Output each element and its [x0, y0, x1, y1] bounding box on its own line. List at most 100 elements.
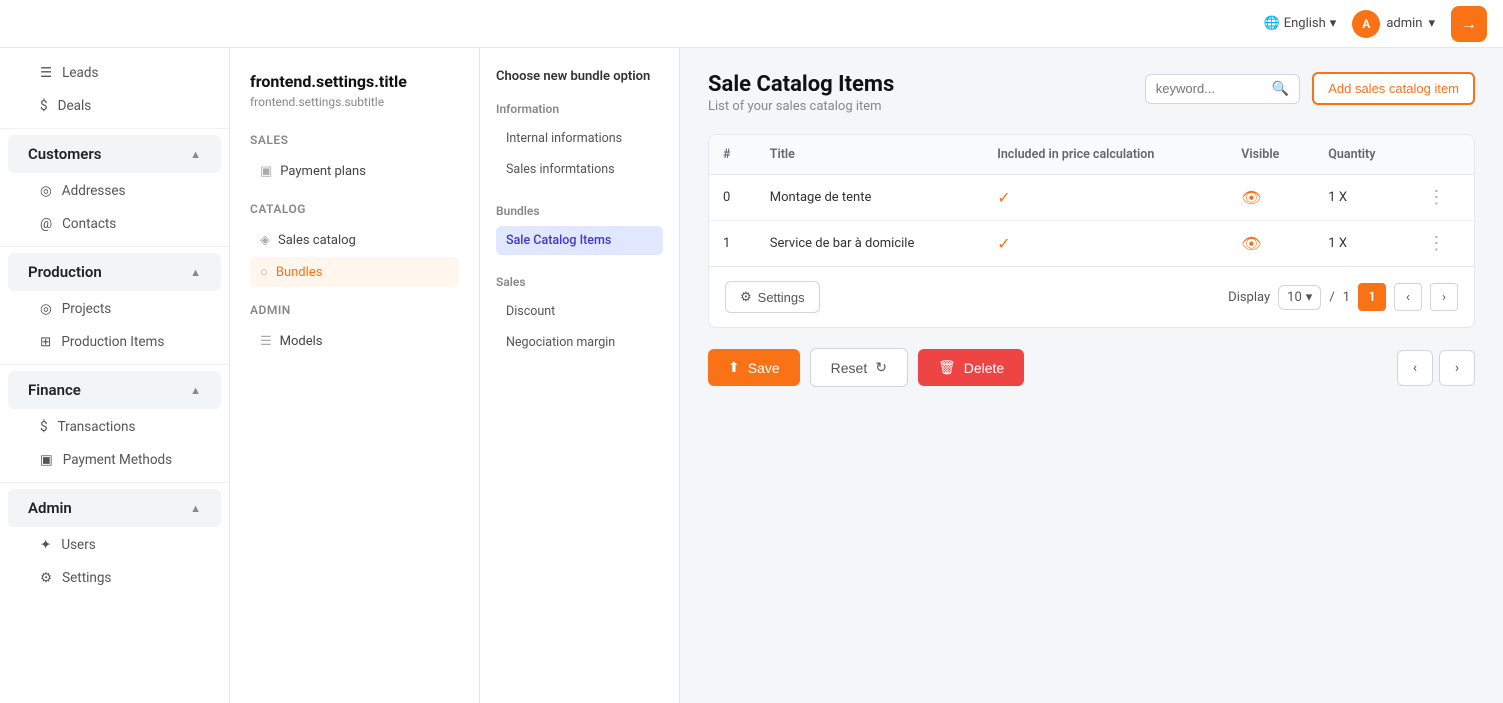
row-more[interactable]: ⋮ — [1413, 221, 1474, 267]
chevron-down-icon: ▾ — [1428, 16, 1435, 31]
row-quantity: 1 X — [1314, 175, 1413, 221]
bundle-section-bundles: Bundles Sale Catalog Items — [496, 204, 663, 255]
production-label: Production — [28, 263, 102, 281]
chevron-icon: ▲ — [190, 384, 201, 397]
prev-page-button[interactable]: ‹ — [1394, 283, 1422, 311]
sales-section-label-bundle: Sales — [496, 275, 663, 289]
navigation-buttons: ‹ › — [1397, 350, 1475, 386]
language-selector[interactable]: 🌐 English ▾ — [1264, 16, 1337, 31]
search-input[interactable] — [1156, 81, 1266, 96]
settings-gear-icon: ⚙ — [740, 289, 752, 305]
bundle-option-sale-catalog[interactable]: Sale Catalog Items — [496, 226, 663, 255]
chevron-down-icon: ▾ — [1306, 290, 1313, 305]
more-options-icon[interactable]: ⋮ — [1427, 233, 1445, 254]
current-page: 1 — [1358, 283, 1386, 311]
nav-next-button[interactable]: › — [1439, 350, 1475, 386]
delete-button[interactable]: 🗑 Delete — [918, 349, 1024, 386]
bundle-option-internal-info[interactable]: Internal informations — [496, 124, 663, 153]
display-count: 10 — [1287, 290, 1302, 305]
sales-section-label: Sales — [250, 133, 459, 147]
table-row: 1 Service de bar à domicile ✓ 👁 1 X ⋮ — [709, 221, 1474, 267]
sidebar-item-label: Production Items — [61, 334, 164, 350]
row-id: 0 — [709, 175, 756, 221]
sidebar-section-production[interactable]: Production ▲ — [8, 253, 221, 291]
admin-avatar: A — [1352, 10, 1380, 38]
pagination: Display 10 ▾ / 1 1 ‹ › — [1228, 283, 1458, 311]
logout-button[interactable]: → — [1451, 6, 1487, 42]
sidebar-section-customers[interactable]: Customers ▲ — [8, 135, 221, 173]
sidebar-item-payment-methods[interactable]: ▣ Payment Methods — [8, 444, 221, 476]
sidebar-section-admin[interactable]: Admin ▲ — [8, 489, 221, 527]
divider — [0, 246, 229, 247]
catalog-main-area: Sale Catalog Items List of your sales ca… — [680, 48, 1503, 703]
row-quantity: 1 X — [1314, 221, 1413, 267]
sidebar-item-label: Contacts — [62, 216, 116, 232]
nav-item-label: Payment plans — [280, 164, 366, 179]
sidebar-item-production-items[interactable]: ⊞ Production Items — [8, 326, 221, 358]
nav-payment-plans[interactable]: ▣ Payment plans — [250, 157, 459, 186]
payment-plans-icon: ▣ — [260, 164, 272, 179]
sidebar-item-label: Projects — [62, 301, 112, 317]
admin-section-label: Admin — [250, 303, 459, 317]
display-count-selector[interactable]: 10 ▾ — [1278, 285, 1321, 310]
divider — [0, 364, 229, 365]
admin-section-label: Admin — [28, 499, 72, 517]
sidebar-item-label: Payment Methods — [63, 452, 172, 468]
row-visible[interactable]: 👁 — [1227, 221, 1314, 267]
nav-models[interactable]: ☰ Models — [250, 327, 459, 356]
sidebar-item-deals[interactable]: $ Deals — [8, 90, 221, 122]
sidebar-item-users[interactable]: ✦ Users — [8, 529, 221, 561]
save-button[interactable]: ⬆ Save — [708, 349, 800, 386]
col-header-id: # — [709, 135, 756, 175]
nav-item-label: Models — [280, 334, 323, 349]
sales-catalog-icon: ◈ — [260, 233, 270, 248]
topbar: 🌐 English ▾ A admin ▾ → — [0, 0, 1503, 48]
action-buttons: ⬆ Save Reset ↻ 🗑 Delete ‹ › — [708, 348, 1475, 387]
nav-prev-button[interactable]: ‹ — [1397, 350, 1433, 386]
sidebar-item-transactions[interactable]: $ Transactions — [8, 411, 221, 443]
row-more[interactable]: ⋮ — [1413, 175, 1474, 221]
table-settings-button[interactable]: ⚙ Settings — [725, 281, 820, 313]
table-row: 0 Montage de tente ✓ 👁 1 X ⋮ — [709, 175, 1474, 221]
reset-button[interactable]: Reset ↻ — [810, 348, 908, 387]
language-label: English — [1284, 16, 1326, 31]
sidebar-item-projects[interactable]: ◎ Projects — [8, 293, 221, 325]
col-header-included: Included in price calculation — [983, 135, 1227, 175]
nav-sales-catalog[interactable]: ◈ Sales catalog — [250, 226, 459, 255]
search-box[interactable]: 🔍 — [1145, 74, 1300, 104]
sidebar-item-label: Deals — [58, 98, 92, 114]
admin-label: admin — [1386, 16, 1422, 31]
sidebar-item-settings[interactable]: ⚙ Settings — [8, 562, 221, 594]
row-visible[interactable]: 👁 — [1227, 175, 1314, 221]
sidebar-section-finance[interactable]: Finance ▲ — [8, 371, 221, 409]
logout-icon: → — [1461, 14, 1477, 34]
bundle-option-sales-info[interactable]: Sales informtations — [496, 155, 663, 184]
bundle-section-information: Information Internal informations Sales … — [496, 102, 663, 184]
search-icon: 🔍 — [1272, 81, 1289, 97]
settings-panel: frontend.settings.title frontend.setting… — [230, 48, 480, 703]
nav-item-label: Sales catalog — [278, 233, 356, 248]
bundles-section-label: Bundles — [496, 204, 663, 218]
sidebar: ☰ Leads $ Deals Customers ▲ ◎ Addresses … — [0, 48, 230, 703]
sidebar-item-label: Settings — [62, 570, 111, 586]
row-id: 1 — [709, 221, 756, 267]
col-header-title: Title — [756, 135, 983, 175]
more-options-icon[interactable]: ⋮ — [1427, 187, 1445, 208]
bundle-options-panel: Choose new bundle option Information Int… — [480, 48, 680, 703]
bundle-option-negociation[interactable]: Negociation margin — [496, 328, 663, 357]
sidebar-item-leads[interactable]: ☰ Leads — [8, 57, 221, 89]
check-icon: ✓ — [997, 188, 1010, 207]
col-header-actions — [1413, 135, 1474, 175]
payment-methods-icon: ▣ — [40, 452, 53, 468]
sidebar-item-addresses[interactable]: ◎ Addresses — [8, 175, 221, 207]
add-catalog-item-button[interactable]: Add sales catalog item — [1312, 72, 1475, 105]
admin-menu[interactable]: A admin ▾ — [1352, 10, 1435, 38]
display-label: Display — [1228, 290, 1270, 305]
catalog-actions: 🔍 Add sales catalog item — [1145, 72, 1475, 105]
nav-bundles[interactable]: ○ Bundles — [250, 257, 459, 287]
bundle-option-discount[interactable]: Discount — [496, 297, 663, 326]
sidebar-item-contacts[interactable]: @ Contacts — [8, 208, 221, 240]
next-page-button[interactable]: › — [1430, 283, 1458, 311]
eye-icon[interactable]: 👁 — [1241, 188, 1261, 207]
eye-icon[interactable]: 👁 — [1241, 234, 1261, 253]
